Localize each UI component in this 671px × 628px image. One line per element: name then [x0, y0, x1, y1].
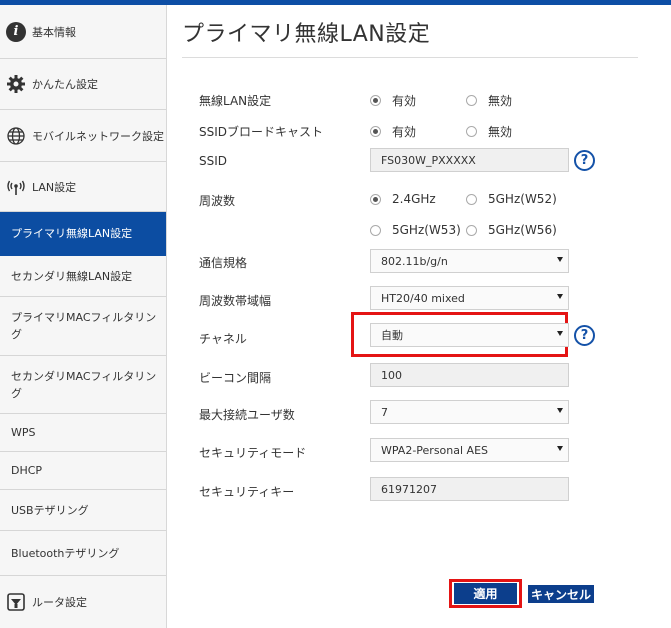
cancel-button[interactable]: キャンセル [528, 585, 594, 603]
sidebar-item-primary-mac-filter[interactable]: プライマリMACフィルタリング [0, 297, 166, 356]
wlan-disable-radio[interactable]: 無効 [466, 92, 512, 109]
sidebar-item-label: プライマリ無線LAN設定 [11, 227, 133, 240]
sidebar-item-label: Bluetoothテザリング [11, 546, 120, 560]
ssid-broadcast-label: SSIDブロードキャスト [199, 125, 324, 139]
sidebar-item-secondary-wlan[interactable]: セカンダリ無線LAN設定 [0, 256, 166, 297]
frequency-label: 周波数 [199, 194, 236, 208]
frequency-w56-radio[interactable]: 5GHz(W56) [466, 223, 557, 237]
sidebar-item-label: ルータ設定 [32, 596, 87, 609]
wireless-icon [5, 176, 27, 198]
radio-dot [466, 126, 477, 137]
ssid-label: SSID [199, 154, 228, 168]
sidebar-item-primary-wlan[interactable]: プライマリ無線LAN設定 [0, 212, 166, 256]
chevron-down-icon [557, 257, 563, 262]
ssid-broadcast-disable-radio[interactable]: 無効 [466, 123, 512, 140]
sidebar-item-dhcp[interactable]: DHCP [0, 452, 166, 490]
bandwidth-select[interactable]: HT20/40 mixed [370, 286, 569, 310]
sidebar-item-lan[interactable]: LAN設定 [0, 162, 166, 212]
standard-select[interactable]: 802.11b/g/n [370, 249, 569, 273]
bandwidth-label: 周波数帯域幅 [199, 294, 272, 308]
max-users-select[interactable]: 7 [370, 400, 569, 424]
sidebar-item-label: LAN設定 [32, 180, 77, 194]
select-value: 802.11b/g/n [381, 254, 448, 268]
sidebar-item-usb-tethering[interactable]: USBテザリング [0, 490, 166, 531]
globe-icon [5, 125, 27, 147]
chevron-down-icon [557, 446, 563, 451]
sidebar-item-label: モバイルネットワーク設定 [32, 129, 164, 143]
radio-label: 有効 [392, 94, 417, 108]
info-icon: i [5, 21, 27, 43]
beacon-label: ビーコン間隔 [199, 371, 272, 385]
sidebar-item-bluetooth-tethering[interactable]: Bluetoothテザリング [0, 531, 166, 576]
sidebar-item-basic-info[interactable]: i 基本情報 [0, 5, 166, 59]
radio-dot [370, 224, 381, 236]
radio-label: 有効 [392, 125, 417, 139]
beacon-input[interactable]: 100 [370, 363, 569, 387]
sidebar-item-label: プライマリMACフィルタリング [11, 311, 157, 341]
channel-select[interactable]: 自動 [370, 323, 569, 347]
sidebar-item-label: セカンダリ無線LAN設定 [11, 269, 133, 283]
sidebar-item-label: DHCP [11, 464, 43, 477]
max-users-label: 最大接続ユーザ数 [199, 408, 295, 422]
radio-dot [466, 95, 477, 106]
chevron-down-icon [557, 294, 563, 299]
radio-dot [466, 224, 477, 236]
sidebar-item-label: セカンダリMACフィルタリング [11, 369, 157, 400]
gear-icon [5, 73, 27, 95]
security-key-input[interactable]: 61971207 [370, 477, 569, 501]
select-value: 7 [381, 405, 388, 419]
radio-dot [370, 95, 381, 106]
sidebar-item-secondary-mac-filter[interactable]: セカンダリMACフィルタリング [0, 356, 166, 414]
select-value: WPA2-Personal AES [381, 443, 489, 457]
radio-label: 無効 [488, 94, 513, 108]
frequency-w53-radio[interactable]: 5GHz(W53) [370, 223, 461, 237]
channel-help-icon[interactable]: ? [574, 325, 595, 346]
security-mode-select[interactable]: WPA2-Personal AES [370, 438, 569, 462]
ssid-input[interactable]: FS030W_PXXXXX [370, 148, 569, 172]
sidebar-item-easy-setup[interactable]: かんたん設定 [0, 59, 166, 110]
standard-label: 通信規格 [199, 256, 248, 270]
chevron-down-icon [557, 331, 563, 336]
sidebar-item-label: かんたん設定 [32, 78, 98, 91]
radio-label: 2.4GHz [392, 192, 436, 206]
select-value: 自動 [381, 329, 403, 342]
page-title: プライマリ無線LAN設定 [182, 22, 431, 47]
apply-button[interactable]: 適用 [454, 583, 517, 604]
select-value: HT20/40 mixed [381, 291, 465, 305]
radio-dot [466, 193, 477, 205]
radio-dot [370, 193, 381, 205]
security-mode-label: セキュリティモード [199, 446, 307, 460]
radio-label: 5GHz(W52) [488, 192, 557, 206]
chevron-down-icon [557, 408, 563, 413]
radio-label: 5GHz(W53) [392, 223, 461, 237]
title-divider [182, 57, 638, 58]
sidebar-item-router[interactable]: ルータ設定 [0, 576, 166, 628]
ssid-help-icon[interactable]: ? [574, 150, 595, 171]
sidebar-item-label: WPS [11, 426, 36, 439]
wlan-label: 無線LAN設定 [199, 94, 272, 108]
radio-label: 無効 [488, 125, 513, 139]
radio-dot [370, 126, 381, 137]
sidebar-item-mobile-network[interactable]: モバイルネットワーク設定 [0, 110, 166, 162]
sidebar-item-label: USBテザリング [11, 503, 89, 517]
ssid-broadcast-enable-radio[interactable]: 有効 [370, 123, 416, 140]
sidebar: i 基本情報 かんたん設定 モバイルネットワーク設定 LAN設定 プライマリ無線… [0, 5, 167, 628]
security-key-label: セキュリティキー [199, 485, 295, 499]
frequency-2-4ghz-radio[interactable]: 2.4GHz [370, 192, 436, 206]
radio-label: 5GHz(W56) [488, 223, 557, 237]
sidebar-item-wps[interactable]: WPS [0, 414, 166, 452]
frequency-w52-radio[interactable]: 5GHz(W52) [466, 192, 557, 206]
router-icon [5, 591, 27, 613]
wlan-enable-radio[interactable]: 有効 [370, 92, 416, 109]
channel-label: チャネル [199, 332, 247, 346]
sidebar-item-label: 基本情報 [32, 25, 76, 39]
